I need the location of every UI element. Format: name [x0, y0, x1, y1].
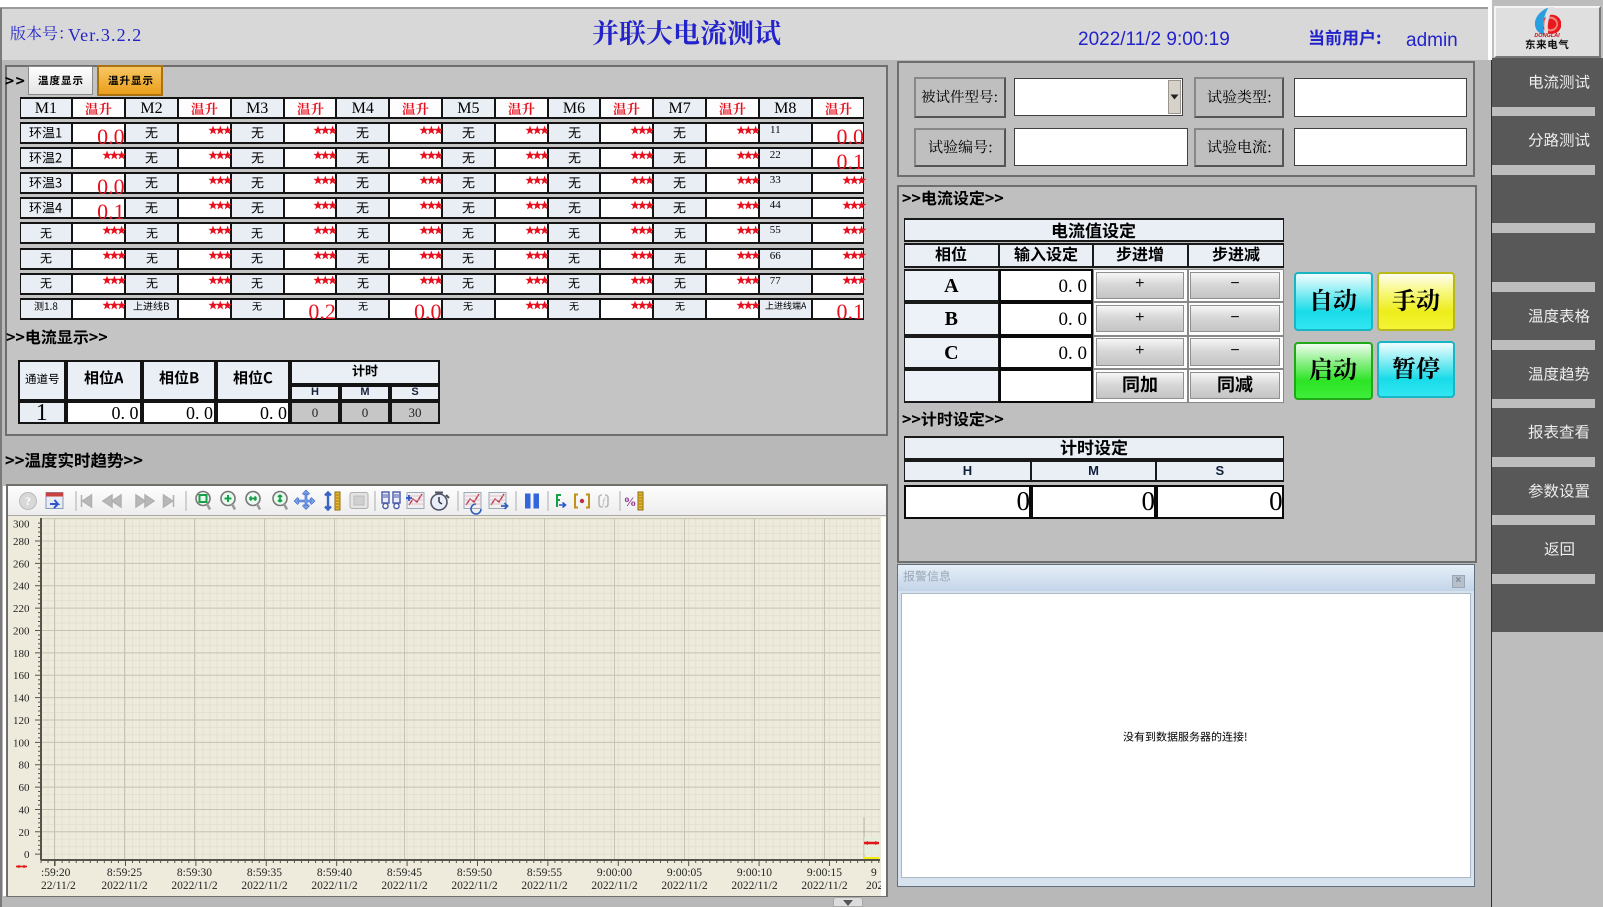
svg-text:2022/11/2: 2022/11/2	[731, 880, 777, 892]
svg-text:8:59:40: 8:59:40	[317, 867, 352, 879]
svg-text:8:59:50: 8:59:50	[457, 867, 492, 879]
svg-text:8:59:25: 8:59:25	[107, 867, 142, 879]
svg-text:9: 9	[871, 867, 877, 879]
svg-text:8:59:30: 8:59:30	[177, 867, 212, 879]
svg-text:8:59:35: 8:59:35	[247, 867, 282, 879]
svg-text:140: 140	[13, 693, 30, 705]
svg-text:300: 300	[13, 519, 30, 531]
svg-text:9:00:00: 9:00:00	[597, 867, 632, 879]
svg-text:100: 100	[13, 737, 30, 749]
svg-text:2022/11/2: 2022/11/2	[591, 880, 637, 892]
svg-text:202: 202	[866, 880, 884, 892]
svg-text:160: 160	[13, 670, 30, 682]
svg-text:%: %	[624, 494, 637, 509]
svg-text:2022/11/2: 2022/11/2	[661, 880, 707, 892]
svg-text:9:00:05: 9:00:05	[667, 867, 702, 879]
svg-text:240: 240	[13, 581, 30, 593]
svg-text:2022/11/2: 2022/11/2	[521, 880, 567, 892]
svg-text:2022/11/2: 2022/11/2	[801, 880, 847, 892]
svg-text:?: ?	[25, 494, 31, 508]
svg-text:8:59:55: 8:59:55	[527, 867, 562, 879]
svg-text:9:00:15: 9:00:15	[807, 867, 842, 879]
svg-text:22/11/2: 22/11/2	[41, 880, 76, 892]
svg-text:220: 220	[13, 603, 30, 615]
svg-text:2022/11/2: 2022/11/2	[381, 880, 427, 892]
svg-text:2022/11/2: 2022/11/2	[171, 880, 217, 892]
svg-text:0: 0	[24, 849, 30, 861]
svg-text:40: 40	[19, 804, 31, 816]
svg-text:200: 200	[13, 625, 30, 637]
svg-text:2022/11/2: 2022/11/2	[311, 880, 357, 892]
svg-text:2022/11/2: 2022/11/2	[241, 880, 287, 892]
svg-text:60: 60	[19, 782, 31, 794]
svg-text:2022/11/2: 2022/11/2	[101, 880, 147, 892]
svg-text:280: 280	[13, 536, 30, 548]
svg-text:2022/11/2: 2022/11/2	[451, 880, 497, 892]
svg-text::59:20: :59:20	[41, 867, 71, 879]
svg-text:120: 120	[13, 715, 30, 727]
svg-text:9:00:10: 9:00:10	[737, 867, 772, 879]
svg-text:260: 260	[13, 558, 30, 570]
svg-text:8:59:45: 8:59:45	[387, 867, 422, 879]
svg-text:20: 20	[19, 827, 31, 839]
svg-text:80: 80	[19, 760, 31, 772]
svg-text:180: 180	[13, 648, 30, 660]
